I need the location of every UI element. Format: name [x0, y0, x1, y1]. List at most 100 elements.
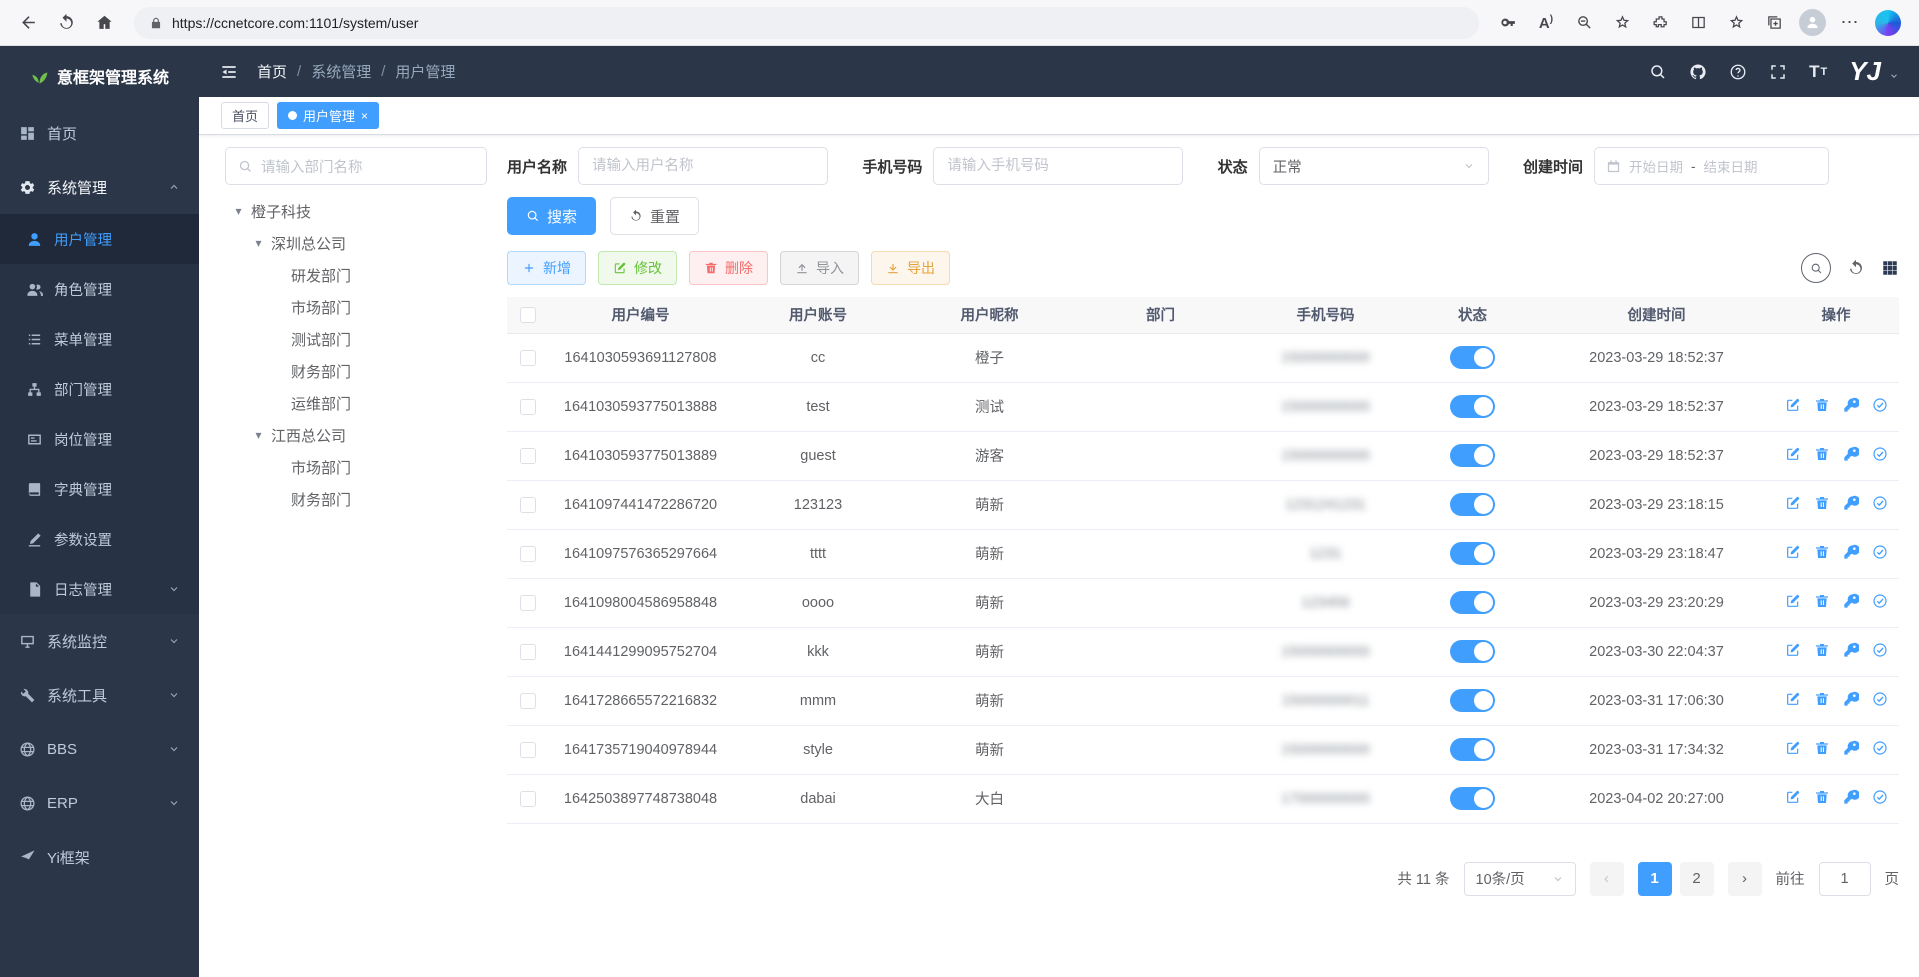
- status-toggle[interactable]: [1450, 493, 1495, 516]
- row-checkbox[interactable]: [520, 350, 536, 366]
- status-toggle[interactable]: [1450, 542, 1495, 565]
- reset-password-icon[interactable]: [1843, 446, 1859, 462]
- font-size-icon[interactable]: TT: [1809, 62, 1827, 82]
- edit-button[interactable]: 修改: [598, 251, 677, 285]
- sidebar-item-monitor[interactable]: 系统监控: [0, 614, 199, 668]
- reset-password-icon[interactable]: [1843, 495, 1859, 511]
- row-checkbox[interactable]: [520, 791, 536, 807]
- add-favorite-icon[interactable]: [1605, 6, 1639, 40]
- edit-row-icon[interactable]: [1785, 544, 1801, 560]
- delete-row-icon[interactable]: [1814, 740, 1830, 756]
- sidebar-item-system[interactable]: 系统管理: [0, 160, 199, 214]
- tag-user-management[interactable]: 用户管理 ×: [277, 102, 379, 129]
- delete-row-icon[interactable]: [1814, 544, 1830, 560]
- page-button-2[interactable]: 2: [1680, 862, 1714, 896]
- export-button[interactable]: 导出: [871, 251, 950, 285]
- caret-down-icon[interactable]: ▾: [251, 428, 266, 442]
- phone-input[interactable]: [933, 147, 1183, 185]
- tree-node[interactable]: 运维部门: [225, 387, 487, 419]
- goto-page-input[interactable]: [1819, 862, 1871, 896]
- status-toggle[interactable]: [1450, 591, 1495, 614]
- page-size-select[interactable]: 10条/页: [1464, 862, 1576, 896]
- favorites-icon[interactable]: [1719, 6, 1753, 40]
- sidebar-item-erp[interactable]: ERP: [0, 776, 199, 830]
- tree-node[interactable]: ▾深圳总公司: [225, 227, 487, 259]
- edit-row-icon[interactable]: [1785, 740, 1801, 756]
- refresh-table-button[interactable]: [1847, 259, 1865, 277]
- row-checkbox[interactable]: [520, 693, 536, 709]
- delete-button[interactable]: 删除: [689, 251, 768, 285]
- assign-role-icon[interactable]: [1872, 789, 1888, 805]
- browser-address-bar[interactable]: https://ccnetcore.com:1101/system/user: [134, 7, 1479, 39]
- tree-node[interactable]: 测试部门: [225, 323, 487, 355]
- assign-role-icon[interactable]: [1872, 495, 1888, 511]
- status-toggle[interactable]: [1450, 346, 1495, 369]
- next-page-button[interactable]: ›: [1728, 862, 1762, 896]
- tree-node[interactable]: 财务部门: [225, 355, 487, 387]
- password-key-icon[interactable]: [1491, 6, 1525, 40]
- assign-role-icon[interactable]: [1872, 691, 1888, 707]
- username-input[interactable]: [578, 147, 828, 185]
- row-checkbox[interactable]: [520, 595, 536, 611]
- reset-password-icon[interactable]: [1843, 593, 1859, 609]
- assign-role-icon[interactable]: [1872, 397, 1888, 413]
- tree-node[interactable]: ▾橙子科技: [225, 195, 487, 227]
- sidebar-item-tools[interactable]: 系统工具: [0, 668, 199, 722]
- row-checkbox[interactable]: [520, 742, 536, 758]
- edit-row-icon[interactable]: [1785, 397, 1801, 413]
- user-logo[interactable]: YJ: [1849, 56, 1881, 87]
- prev-page-button[interactable]: ‹: [1590, 862, 1624, 896]
- department-search-input[interactable]: 请输入部门名称: [225, 147, 487, 185]
- status-toggle[interactable]: [1450, 395, 1495, 418]
- header-search-icon[interactable]: [1649, 63, 1667, 81]
- sidebar-item-dict[interactable]: 字典管理: [0, 464, 199, 514]
- split-screen-icon[interactable]: [1681, 6, 1715, 40]
- status-toggle[interactable]: [1450, 640, 1495, 663]
- status-toggle[interactable]: [1450, 444, 1495, 467]
- sidebar-item-yi[interactable]: Yi框架: [0, 830, 199, 884]
- sidebar-item-post[interactable]: 岗位管理: [0, 414, 199, 464]
- tree-node[interactable]: 财务部门: [225, 483, 487, 515]
- tree-node[interactable]: 市场部门: [225, 291, 487, 323]
- delete-row-icon[interactable]: [1814, 397, 1830, 413]
- edit-row-icon[interactable]: [1785, 593, 1801, 609]
- sidebar-item-menu[interactable]: 菜单管理: [0, 314, 199, 364]
- assign-role-icon[interactable]: [1872, 593, 1888, 609]
- import-button[interactable]: 导入: [780, 251, 859, 285]
- reset-password-icon[interactable]: [1843, 544, 1859, 560]
- delete-row-icon[interactable]: [1814, 446, 1830, 462]
- breadcrumb-home[interactable]: 首页: [257, 61, 287, 82]
- reset-password-icon[interactable]: [1843, 642, 1859, 658]
- sidebar-item-param[interactable]: 参数设置: [0, 514, 199, 564]
- select-all-checkbox[interactable]: [520, 307, 536, 323]
- row-checkbox[interactable]: [520, 497, 536, 513]
- chevron-down-icon[interactable]: [1889, 71, 1899, 81]
- browser-home-button[interactable]: [86, 5, 122, 41]
- edit-row-icon[interactable]: [1785, 789, 1801, 805]
- collapse-sidebar-icon[interactable]: [219, 62, 239, 82]
- date-range-picker[interactable]: 开始日期 - 结束日期: [1594, 147, 1829, 185]
- assign-role-icon[interactable]: [1872, 544, 1888, 560]
- page-button-1[interactable]: 1: [1638, 862, 1672, 896]
- reset-password-icon[interactable]: [1843, 789, 1859, 805]
- status-toggle[interactable]: [1450, 787, 1495, 810]
- assign-role-icon[interactable]: [1872, 446, 1888, 462]
- copilot-icon[interactable]: [1871, 6, 1905, 40]
- delete-row-icon[interactable]: [1814, 593, 1830, 609]
- more-icon[interactable]: ⋯: [1833, 6, 1867, 40]
- edit-row-icon[interactable]: [1785, 446, 1801, 462]
- sidebar-item-bbs[interactable]: BBS: [0, 722, 199, 776]
- row-checkbox[interactable]: [520, 546, 536, 562]
- breadcrumb-system[interactable]: 系统管理: [311, 61, 371, 82]
- add-button[interactable]: 新增: [507, 251, 586, 285]
- status-toggle[interactable]: [1450, 689, 1495, 712]
- help-icon[interactable]: [1729, 63, 1747, 81]
- reset-password-icon[interactable]: [1843, 740, 1859, 756]
- fullscreen-icon[interactable]: [1769, 63, 1787, 81]
- caret-down-icon[interactable]: ▾: [231, 204, 246, 218]
- read-aloud-icon[interactable]: A): [1529, 6, 1563, 40]
- delete-row-icon[interactable]: [1814, 495, 1830, 511]
- column-settings-button[interactable]: [1881, 259, 1899, 277]
- delete-row-icon[interactable]: [1814, 691, 1830, 707]
- collections-icon[interactable]: [1757, 6, 1791, 40]
